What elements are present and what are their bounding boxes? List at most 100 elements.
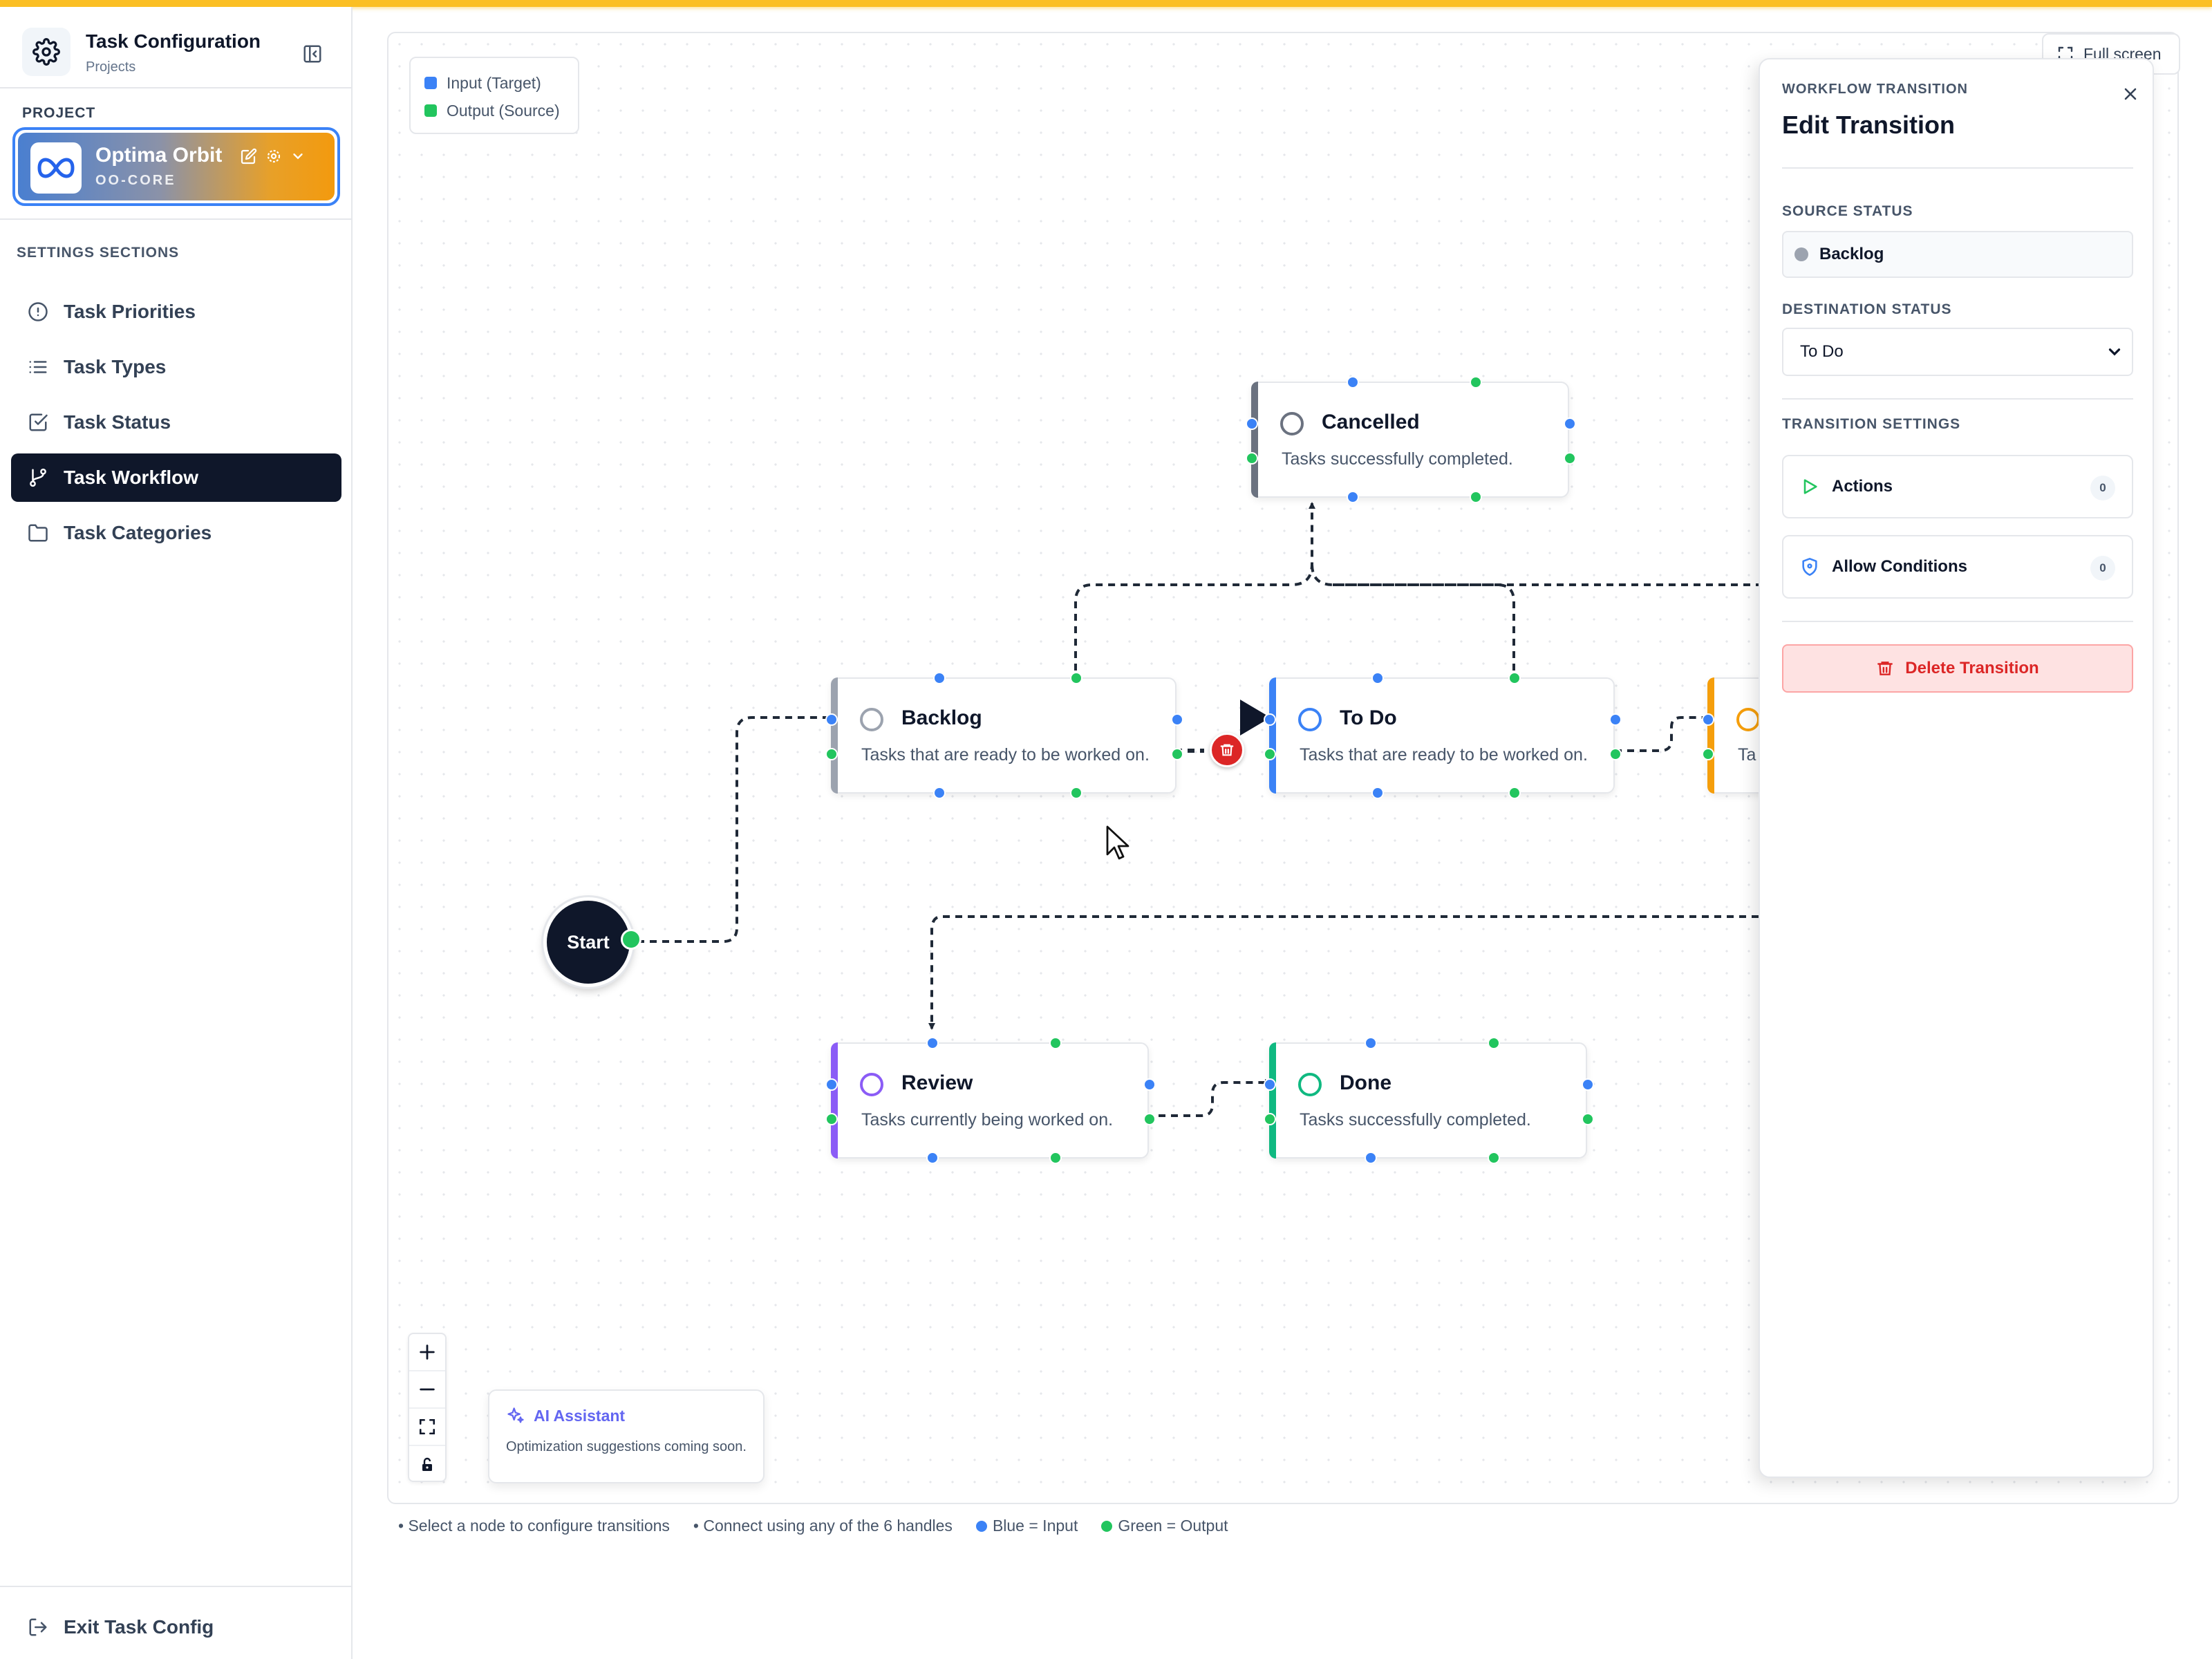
input-handle-bottom[interactable] <box>1365 1152 1377 1164</box>
output-handle-left[interactable] <box>1702 748 1714 760</box>
status-node-backlog[interactable]: Backlog Tasks that are ready to be worke… <box>825 672 1183 799</box>
status-color-bar <box>831 677 838 794</box>
node-description: Tasks that are ready to be worked on. <box>861 745 1150 765</box>
collapse-sidebar-icon[interactable] <box>296 37 329 71</box>
input-handle-top[interactable] <box>1371 672 1384 684</box>
status-circle-icon <box>860 708 883 731</box>
edge-todo-cancelled[interactable] <box>1311 563 1515 683</box>
delete-edge-button[interactable] <box>1210 733 1244 767</box>
input-handle-top[interactable] <box>1365 1037 1377 1049</box>
node-description: Tasks that are ready to be worked on. <box>1300 745 1588 765</box>
output-handle-bottom[interactable] <box>1070 787 1082 799</box>
node-title: Done <box>1340 1071 1391 1094</box>
node-title: Review <box>901 1071 973 1094</box>
exit-task-config-button[interactable]: Exit Task Config <box>28 1616 214 1638</box>
output-handle-top[interactable] <box>1049 1037 1062 1049</box>
status-node-done[interactable]: Done Tasks successfully completed. <box>1264 1037 1594 1164</box>
output-handle-left[interactable] <box>1264 1113 1276 1125</box>
edge-review-done[interactable] <box>1146 1079 1272 1117</box>
edit-icon[interactable] <box>241 148 257 168</box>
output-handle-right[interactable] <box>1609 748 1622 760</box>
chevron-down-icon[interactable] <box>290 149 306 167</box>
input-handle-right[interactable] <box>1582 1078 1594 1091</box>
output-handle-top[interactable] <box>1508 672 1521 684</box>
node-description: Tasks successfully completed. <box>1300 1110 1531 1130</box>
input-handle-bottom[interactable] <box>933 787 946 799</box>
log-out-icon <box>29 1618 47 1636</box>
project-selector[interactable]: Optima Orbit OO-CORE <box>12 127 340 206</box>
input-handle-bottom[interactable] <box>1347 491 1359 503</box>
output-handle-right[interactable] <box>1171 748 1183 760</box>
output-handle-left[interactable] <box>825 748 838 760</box>
input-handle-left[interactable] <box>1264 713 1276 726</box>
output-handle-bottom[interactable] <box>1470 491 1482 503</box>
sidebar-item-task-priorities[interactable]: Task Priorities <box>11 288 341 336</box>
edge-backlog-cancelled[interactable] <box>1074 502 1315 683</box>
status-node-review[interactable]: Review Tasks currently being worked on. <box>825 1037 1156 1164</box>
output-handle-left[interactable] <box>825 1113 838 1125</box>
start-label: Start <box>567 931 610 953</box>
edge-todo-inprogress[interactable] <box>1615 714 1713 752</box>
input-handle-right[interactable] <box>1564 418 1576 430</box>
actions-button[interactable]: Actions 0 <box>1782 455 2133 518</box>
start-node[interactable]: Start <box>543 897 633 987</box>
close-icon[interactable] <box>2117 80 2144 108</box>
status-node-cancelled[interactable]: Cancelled Tasks successfully completed. <box>1246 376 1576 503</box>
zoom-out-icon[interactable] <box>409 1371 445 1409</box>
output-handle-right[interactable] <box>1582 1113 1594 1125</box>
status-node-todo[interactable]: To Do Tasks that are ready to be worked … <box>1264 672 1622 799</box>
input-handle-top[interactable] <box>926 1037 939 1049</box>
sidebar-header: Task Configuration Projects <box>22 24 326 79</box>
git-branch-icon <box>30 468 46 487</box>
ai-assistant-title: AI Assistant <box>534 1406 626 1425</box>
edge-start-backlog[interactable] <box>637 714 838 943</box>
canvas-controls <box>408 1333 447 1482</box>
sidebar-item-task-categories[interactable]: Task Categories <box>11 509 341 557</box>
output-handle-bottom[interactable] <box>1049 1152 1062 1164</box>
output-handle-top[interactable] <box>1488 1037 1500 1049</box>
project-name: Optima Orbit <box>95 144 223 167</box>
start-output-handle[interactable] <box>621 929 641 950</box>
input-handle-left[interactable] <box>825 1078 838 1091</box>
ai-assistant-card[interactable]: AI Assistant Optimization suggestions co… <box>488 1389 765 1483</box>
trash-icon <box>1220 744 1234 756</box>
sidebar-item-label: Task Types <box>64 356 167 377</box>
output-handle-top[interactable] <box>1470 376 1482 388</box>
input-handle-bottom[interactable] <box>1371 787 1384 799</box>
project-settings-icon[interactable] <box>265 148 282 168</box>
sidebar-item-task-status[interactable]: Task Status <box>11 398 341 447</box>
input-handle-right[interactable] <box>1143 1078 1156 1091</box>
output-handle-bottom[interactable] <box>1508 787 1521 799</box>
status-color-bar <box>1707 677 1714 794</box>
sidebar-item-task-workflow[interactable]: Task Workflow <box>11 453 341 502</box>
sidebar-item-label: Task Categories <box>64 522 212 543</box>
exit-label: Exit Task Config <box>64 1616 214 1638</box>
input-handle-left[interactable] <box>825 713 838 726</box>
sidebar-item-task-types[interactable]: Task Types <box>11 343 341 391</box>
hint-connect-handles: • Connect using any of the 6 handles <box>693 1517 953 1535</box>
input-handle-right[interactable] <box>1609 713 1622 726</box>
destination-status-select[interactable]: To Do <box>1782 328 2133 376</box>
output-handle-right[interactable] <box>1564 452 1576 465</box>
input-handle-bottom[interactable] <box>926 1152 939 1164</box>
source-status-label: SOURCE STATUS <box>1782 203 1913 219</box>
delete-transition-button[interactable]: Delete Transition <box>1782 644 2133 693</box>
edge-inprogress-review[interactable] <box>928 915 1771 1030</box>
input-handle-right[interactable] <box>1171 713 1183 726</box>
output-handle-bottom[interactable] <box>1488 1152 1500 1164</box>
output-handle-left[interactable] <box>1246 452 1258 465</box>
sidebar-item-label: Task Status <box>64 411 171 433</box>
input-handle-left[interactable] <box>1246 418 1258 430</box>
fit-view-icon[interactable] <box>409 1409 445 1446</box>
output-handle-right[interactable] <box>1143 1113 1156 1125</box>
project-logo-icon <box>30 142 82 194</box>
input-handle-left[interactable] <box>1702 713 1714 726</box>
allow-conditions-button[interactable]: Allow Conditions 0 <box>1782 535 2133 599</box>
output-handle-top[interactable] <box>1070 672 1082 684</box>
input-handle-top[interactable] <box>933 672 946 684</box>
output-handle-left[interactable] <box>1264 748 1276 760</box>
lock-icon[interactable] <box>409 1446 445 1483</box>
input-handle-top[interactable] <box>1347 376 1359 388</box>
input-handle-left[interactable] <box>1264 1078 1276 1091</box>
zoom-in-icon[interactable] <box>409 1334 445 1371</box>
